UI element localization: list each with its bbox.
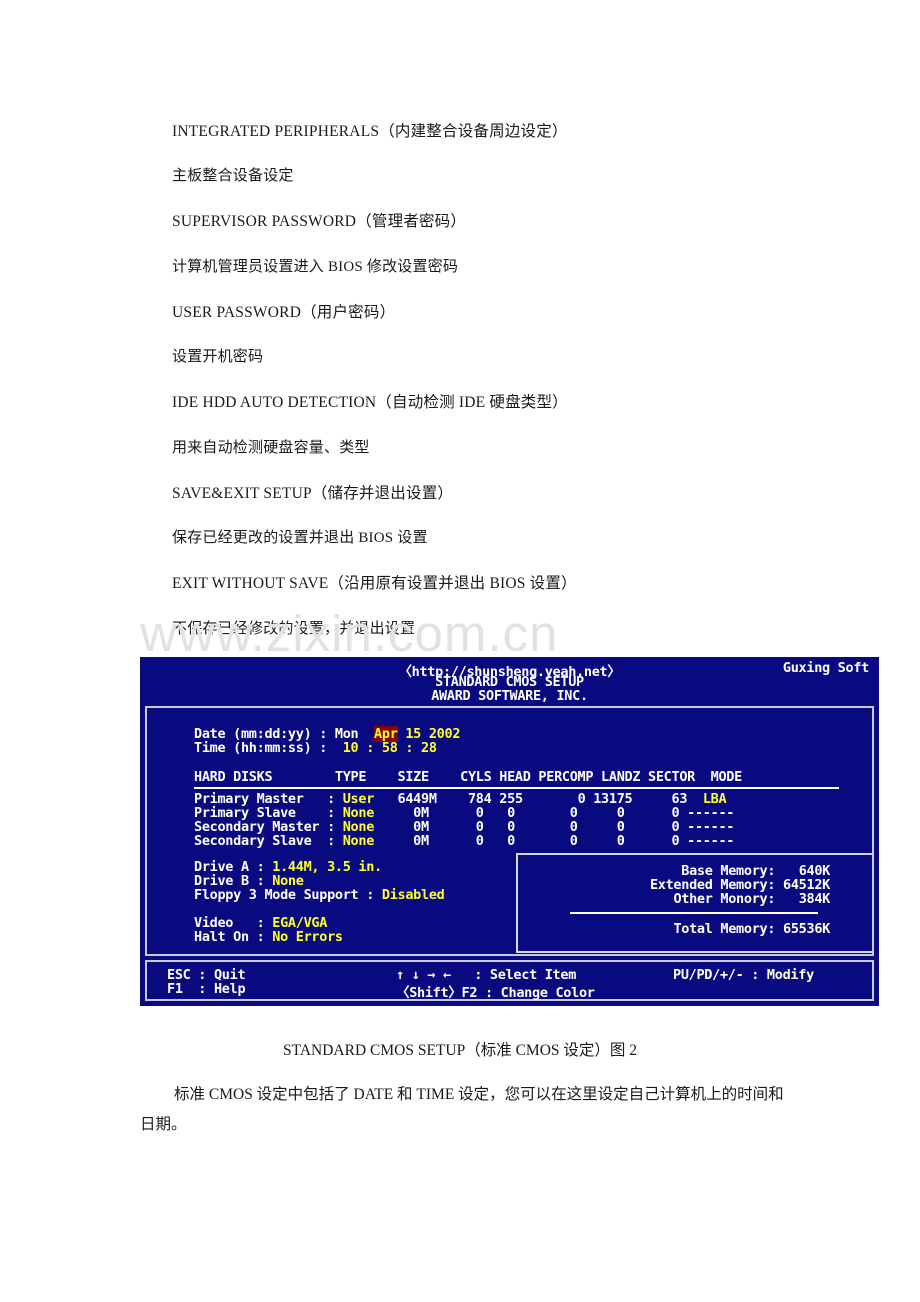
hard-disks-header-rule bbox=[194, 787, 839, 789]
time-row[interactable]: Time (hh:mm:ss) : 10 : 58 : 28 bbox=[194, 740, 437, 756]
document-line: 设置开机密码 bbox=[172, 349, 264, 365]
other-memory-value: 384K bbox=[798, 891, 831, 907]
floppy3-mode-row[interactable]: Floppy 3 Mode Support : Disabled bbox=[194, 887, 445, 903]
memory-summary-panel: Base Memory: 640K Extended Memory: 64512… bbox=[516, 853, 874, 953]
total-memory-label: Total Memory: bbox=[673, 921, 776, 937]
body-paragraph-line-2: 日期。 bbox=[140, 1116, 187, 1133]
watermark: www.zixin.com.cn bbox=[140, 605, 559, 662]
total-memory-line: Total Memory: 65536K bbox=[673, 921, 830, 937]
time-minutes-field[interactable]: 58 bbox=[382, 740, 398, 756]
document-line: SUPERVISOR PASSWORD（管理者密码） bbox=[172, 213, 467, 230]
hd-separator: : bbox=[319, 833, 343, 849]
floppy3-label: Floppy 3 Mode Support : bbox=[194, 887, 382, 903]
hd-channel-label: Secondary Slave bbox=[194, 833, 320, 849]
bios-vendor-label: Guxing Soft bbox=[782, 660, 869, 676]
document-line: 计算机管理员设置进入 BIOS 修改设置密码 bbox=[172, 259, 459, 275]
floppy3-value[interactable]: Disabled bbox=[382, 887, 445, 903]
bios-screenshot: 〈http://shunsheng.yeah.net〉 STANDARD CMO… bbox=[140, 657, 879, 1006]
document-line: IDE HDD AUTO DETECTION（自动检测 IDE 硬盘类型） bbox=[172, 394, 568, 411]
time-label: Time (hh:mm:ss) : bbox=[194, 740, 328, 756]
document-line: 主板整合设备设定 bbox=[172, 168, 294, 184]
document-line: 用来自动检测硬盘容量、类型 bbox=[172, 440, 370, 456]
document-line: INTEGRATED PERIPHERALS（内建整合设备周边设定） bbox=[172, 123, 568, 140]
body-paragraph-line-1: 标准 CMOS 设定中包括了 DATE 和 TIME 设定，您可以在这里设定自己… bbox=[174, 1086, 784, 1103]
total-memory-value: 65536K bbox=[783, 921, 830, 937]
halt-value[interactable]: No Errors bbox=[272, 929, 343, 945]
bios-help-bar: ESC : Quit F1 : Help ↑ ↓ → ← : Select It… bbox=[145, 960, 874, 1001]
document-line: USER PASSWORD（用户密码） bbox=[172, 304, 396, 321]
hd-geometry-values: 0M 0 0 0 0 0 bbox=[374, 833, 688, 849]
help-shift-f2-change-color[interactable]: 〈Shift〉F2 : Change Color bbox=[396, 981, 595, 1001]
time-hours-field[interactable]: 10 bbox=[343, 740, 359, 756]
document-text-block: INTEGRATED PERIPHERALS（内建整合设备周边设定） 主板整合设备… bbox=[0, 0, 920, 660]
bios-heading-secondary: AWARD SOFTWARE, INC. bbox=[431, 688, 588, 704]
hd-type-value[interactable]: None bbox=[343, 833, 375, 849]
other-memory-line: Other Monory: 384K bbox=[673, 891, 830, 907]
document-line: EXIT WITHOUT SAVE（沿用原有设置并退出 BIOS 设置） bbox=[172, 575, 577, 592]
help-f1-help[interactable]: F1 : Help bbox=[167, 981, 246, 997]
bios-main-panel: Date (mm:dd:yy) : Mon Apr 15 2002 Time (… bbox=[145, 706, 874, 956]
halt-on-row[interactable]: Halt On : No Errors bbox=[194, 929, 343, 945]
document-line: 保存已经更改的设置并退出 BIOS 设置 bbox=[172, 530, 428, 546]
memory-total-rule bbox=[570, 912, 818, 914]
help-pu-pd-modify: PU/PD/+/- : Modify bbox=[673, 967, 814, 983]
bios-main-panel-inner: Date (mm:dd:yy) : Mon Apr 15 2002 Time (… bbox=[149, 710, 874, 953]
halt-label: Halt On : bbox=[194, 929, 273, 945]
hd-mode-value[interactable]: ------ bbox=[687, 833, 734, 849]
other-memory-label: Other Monory: bbox=[673, 891, 776, 907]
table-row[interactable]: Secondary Slave : None 0M 0 0 0 0 0 ----… bbox=[194, 833, 734, 849]
hard-disks-table-header: HARD DISKS TYPE SIZE CYLS HEAD PERCOMP L… bbox=[194, 769, 742, 785]
bios-title-area: 〈http://shunsheng.yeah.net〉 STANDARD CMO… bbox=[140, 660, 879, 706]
figure-caption: STANDARD CMOS SETUP（标准 CMOS 设定）图 2 bbox=[282, 1042, 638, 1059]
document-line: SAVE&EXIT SETUP（储存并退出设置） bbox=[172, 485, 454, 502]
time-seconds-field[interactable]: 28 bbox=[421, 740, 437, 756]
